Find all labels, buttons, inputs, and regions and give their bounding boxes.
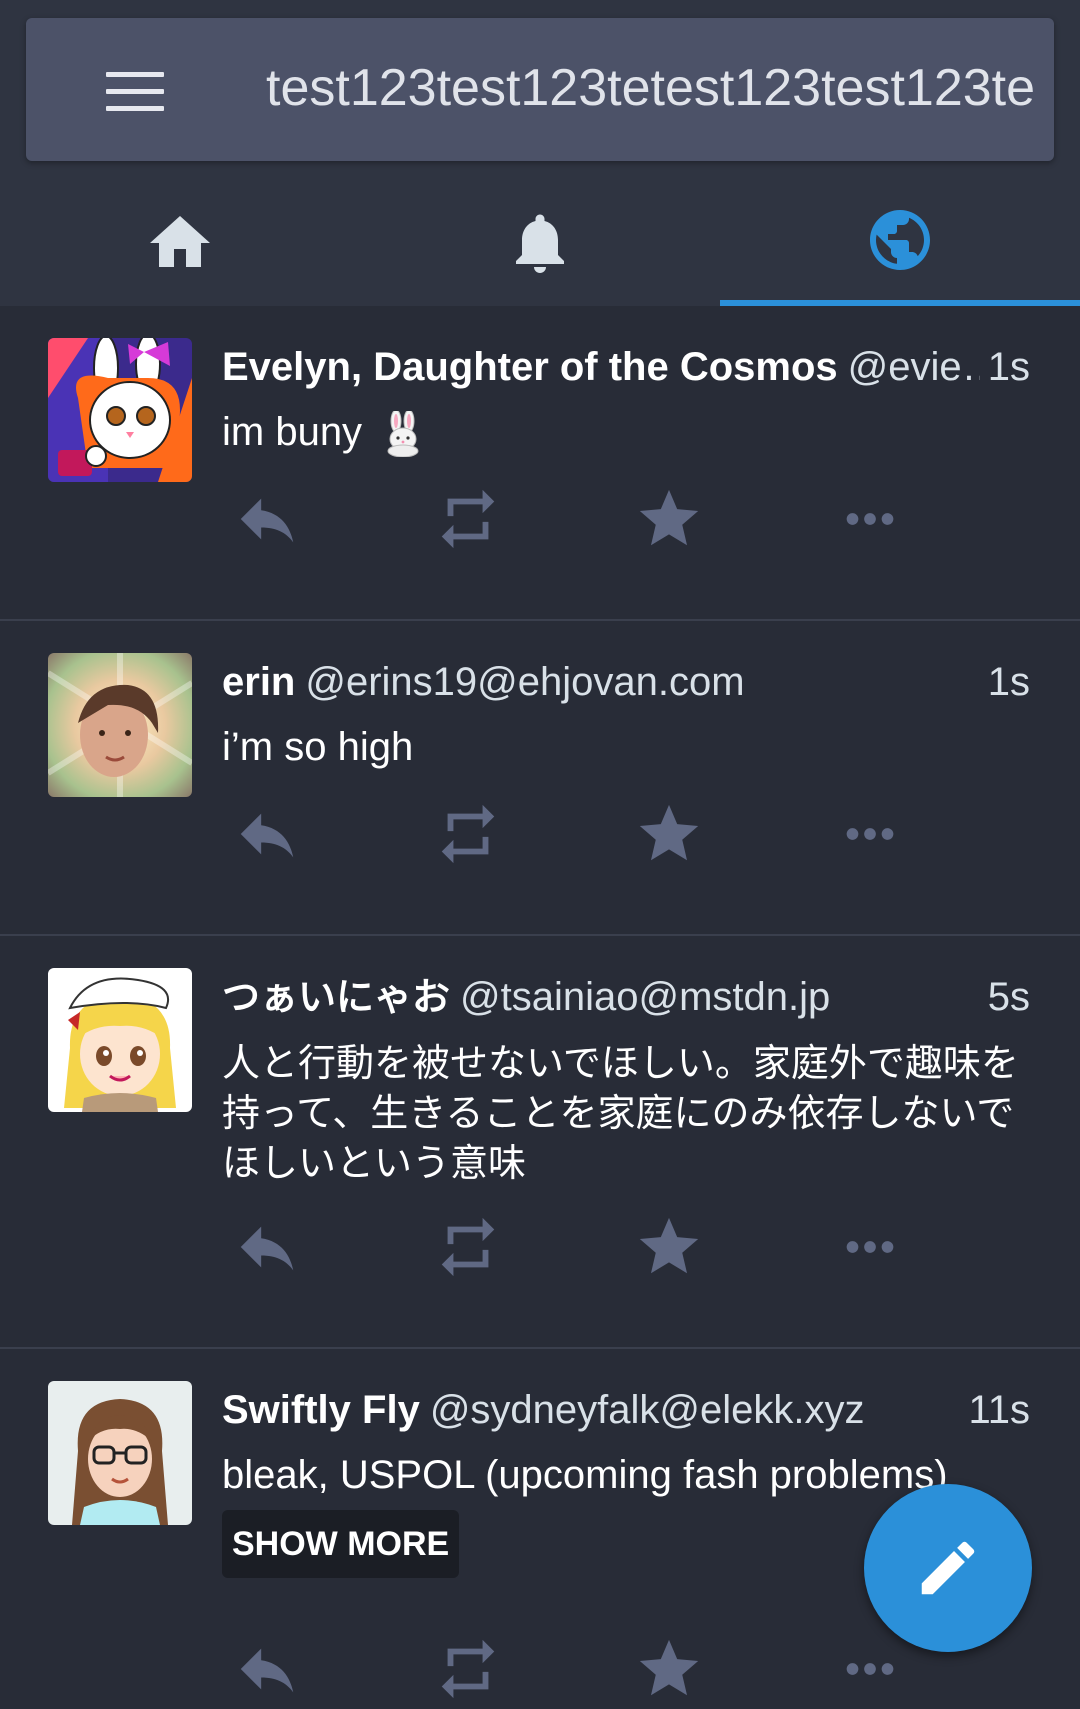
timestamp[interactable]: 1s — [979, 336, 1030, 398]
reply-icon — [240, 813, 294, 858]
compose-button[interactable] — [864, 1484, 1032, 1652]
timestamp[interactable]: 5s — [979, 966, 1030, 1028]
star-icon — [639, 804, 699, 861]
avatar[interactable] — [48, 1381, 192, 1525]
search-bar[interactable]: test123test123tetest123test123te — [26, 18, 1054, 161]
avatar[interactable] — [48, 968, 192, 1112]
reply-icon — [240, 1648, 294, 1693]
post-header: Evelyn, Daughter of the Cosmos @evie… 1s — [222, 336, 1030, 398]
glasses-avatar-image — [48, 1381, 192, 1525]
tab-federated[interactable] — [720, 180, 1080, 306]
reply-icon — [240, 498, 294, 543]
reply-button[interactable] — [222, 1207, 312, 1287]
post-content: 人と行動を被せないでほしい。家庭外で趣味を持って、生きることを家庭にのみ依存しな… — [222, 1038, 1030, 1188]
home-icon — [150, 216, 210, 267]
content-warning-text: bleak, USPOL (upcoming fash problems) — [222, 1453, 948, 1497]
boost-icon — [441, 804, 495, 864]
ellipsis-icon — [846, 828, 894, 840]
search-input[interactable]: test123test123tetest123test123te — [266, 58, 1054, 118]
timestamp[interactable]: 1s — [979, 651, 1030, 713]
ellipsis-icon — [846, 1663, 894, 1675]
reply-button[interactable] — [222, 479, 312, 559]
status-post[interactable]: Evelyn, Daughter of the Cosmos @evie… 1s … — [0, 306, 1080, 621]
boost-button[interactable] — [423, 1629, 513, 1709]
boost-icon — [441, 1639, 495, 1699]
reply-button[interactable] — [222, 794, 312, 874]
more-button[interactable] — [825, 794, 915, 874]
tab-home[interactable] — [0, 180, 360, 306]
bell-icon — [516, 214, 564, 273]
show-more-button[interactable]: SHOW MORE — [222, 1510, 460, 1578]
account-handle[interactable]: @tsainiao@mstdn.jp — [460, 975, 830, 1019]
anime-avatar-image — [48, 968, 192, 1112]
account-handle[interactable]: @sydneyfalk@elekk.xyz — [430, 1388, 865, 1432]
post-actions — [222, 1207, 922, 1287]
status-post[interactable]: erin @erins19@ehjovan.com 1s i’m so high — [0, 621, 1080, 936]
boost-icon — [441, 1217, 495, 1277]
post-header: つぁいにゃお @tsainiao@mstdn.jp 5s — [222, 966, 1030, 1028]
boost-button[interactable] — [423, 794, 513, 874]
top-header: test123test123tetest123test123te — [0, 0, 1080, 306]
account-handle[interactable]: @erins19@ehjovan.com — [305, 660, 744, 704]
post-text: i’m so high — [222, 725, 414, 769]
selfie-avatar-image — [48, 653, 192, 797]
tab-notifications[interactable] — [360, 180, 720, 306]
bunny-avatar-image — [48, 338, 192, 482]
boost-icon — [441, 489, 495, 549]
post-content: im buny — [222, 404, 1042, 460]
post-actions — [222, 794, 922, 874]
favourite-button[interactable] — [624, 1207, 714, 1287]
favourite-button[interactable] — [624, 794, 714, 874]
favourite-button[interactable] — [624, 479, 714, 559]
post-text: im buny — [222, 410, 363, 454]
timestamp[interactable]: 11s — [960, 1379, 1030, 1441]
more-button[interactable] — [825, 1629, 915, 1709]
post-content: i’m so high — [222, 719, 1042, 775]
boost-button[interactable] — [423, 479, 513, 559]
star-icon — [639, 489, 699, 546]
boost-button[interactable] — [423, 1207, 513, 1287]
menu-icon[interactable] — [106, 70, 166, 114]
star-icon — [639, 1217, 699, 1274]
ellipsis-icon — [846, 1241, 894, 1253]
more-button[interactable] — [825, 479, 915, 559]
display-name[interactable]: erin — [222, 660, 295, 704]
reply-icon — [240, 1226, 294, 1271]
status-post[interactable]: つぁいにゃお @tsainiao@mstdn.jp 5s 人と行動を被せないでほし… — [0, 936, 1080, 1349]
avatar[interactable] — [48, 338, 192, 482]
post-text: 人と行動を被せないでほしい。家庭外で趣味を持って、生きることを家庭にのみ依存しな… — [222, 1041, 1019, 1185]
account-handle[interactable]: @evie… — [848, 345, 1002, 389]
ellipsis-icon — [846, 513, 894, 525]
display-name[interactable]: Evelyn, Daughter of the Cosmos — [222, 345, 838, 389]
display-name[interactable]: Swiftly Fly — [222, 1388, 420, 1432]
post-header: erin @erins19@ehjovan.com 1s — [222, 651, 1030, 713]
favourite-button[interactable] — [624, 1629, 714, 1709]
pencil-icon — [921, 1541, 975, 1595]
star-icon — [639, 1639, 699, 1696]
display-name[interactable]: つぁいにゃお — [222, 975, 450, 1019]
post-actions — [222, 1629, 922, 1709]
post-actions — [222, 479, 922, 559]
timeline-tabs — [0, 180, 1080, 306]
globe-icon — [870, 210, 930, 270]
rabbit-emoji-icon — [387, 411, 419, 458]
reply-button[interactable] — [222, 1629, 312, 1709]
more-button[interactable] — [825, 1207, 915, 1287]
avatar[interactable] — [48, 653, 192, 797]
post-header: Swiftly Fly @sydneyfalk@elekk.xyz 11s — [222, 1379, 1030, 1441]
